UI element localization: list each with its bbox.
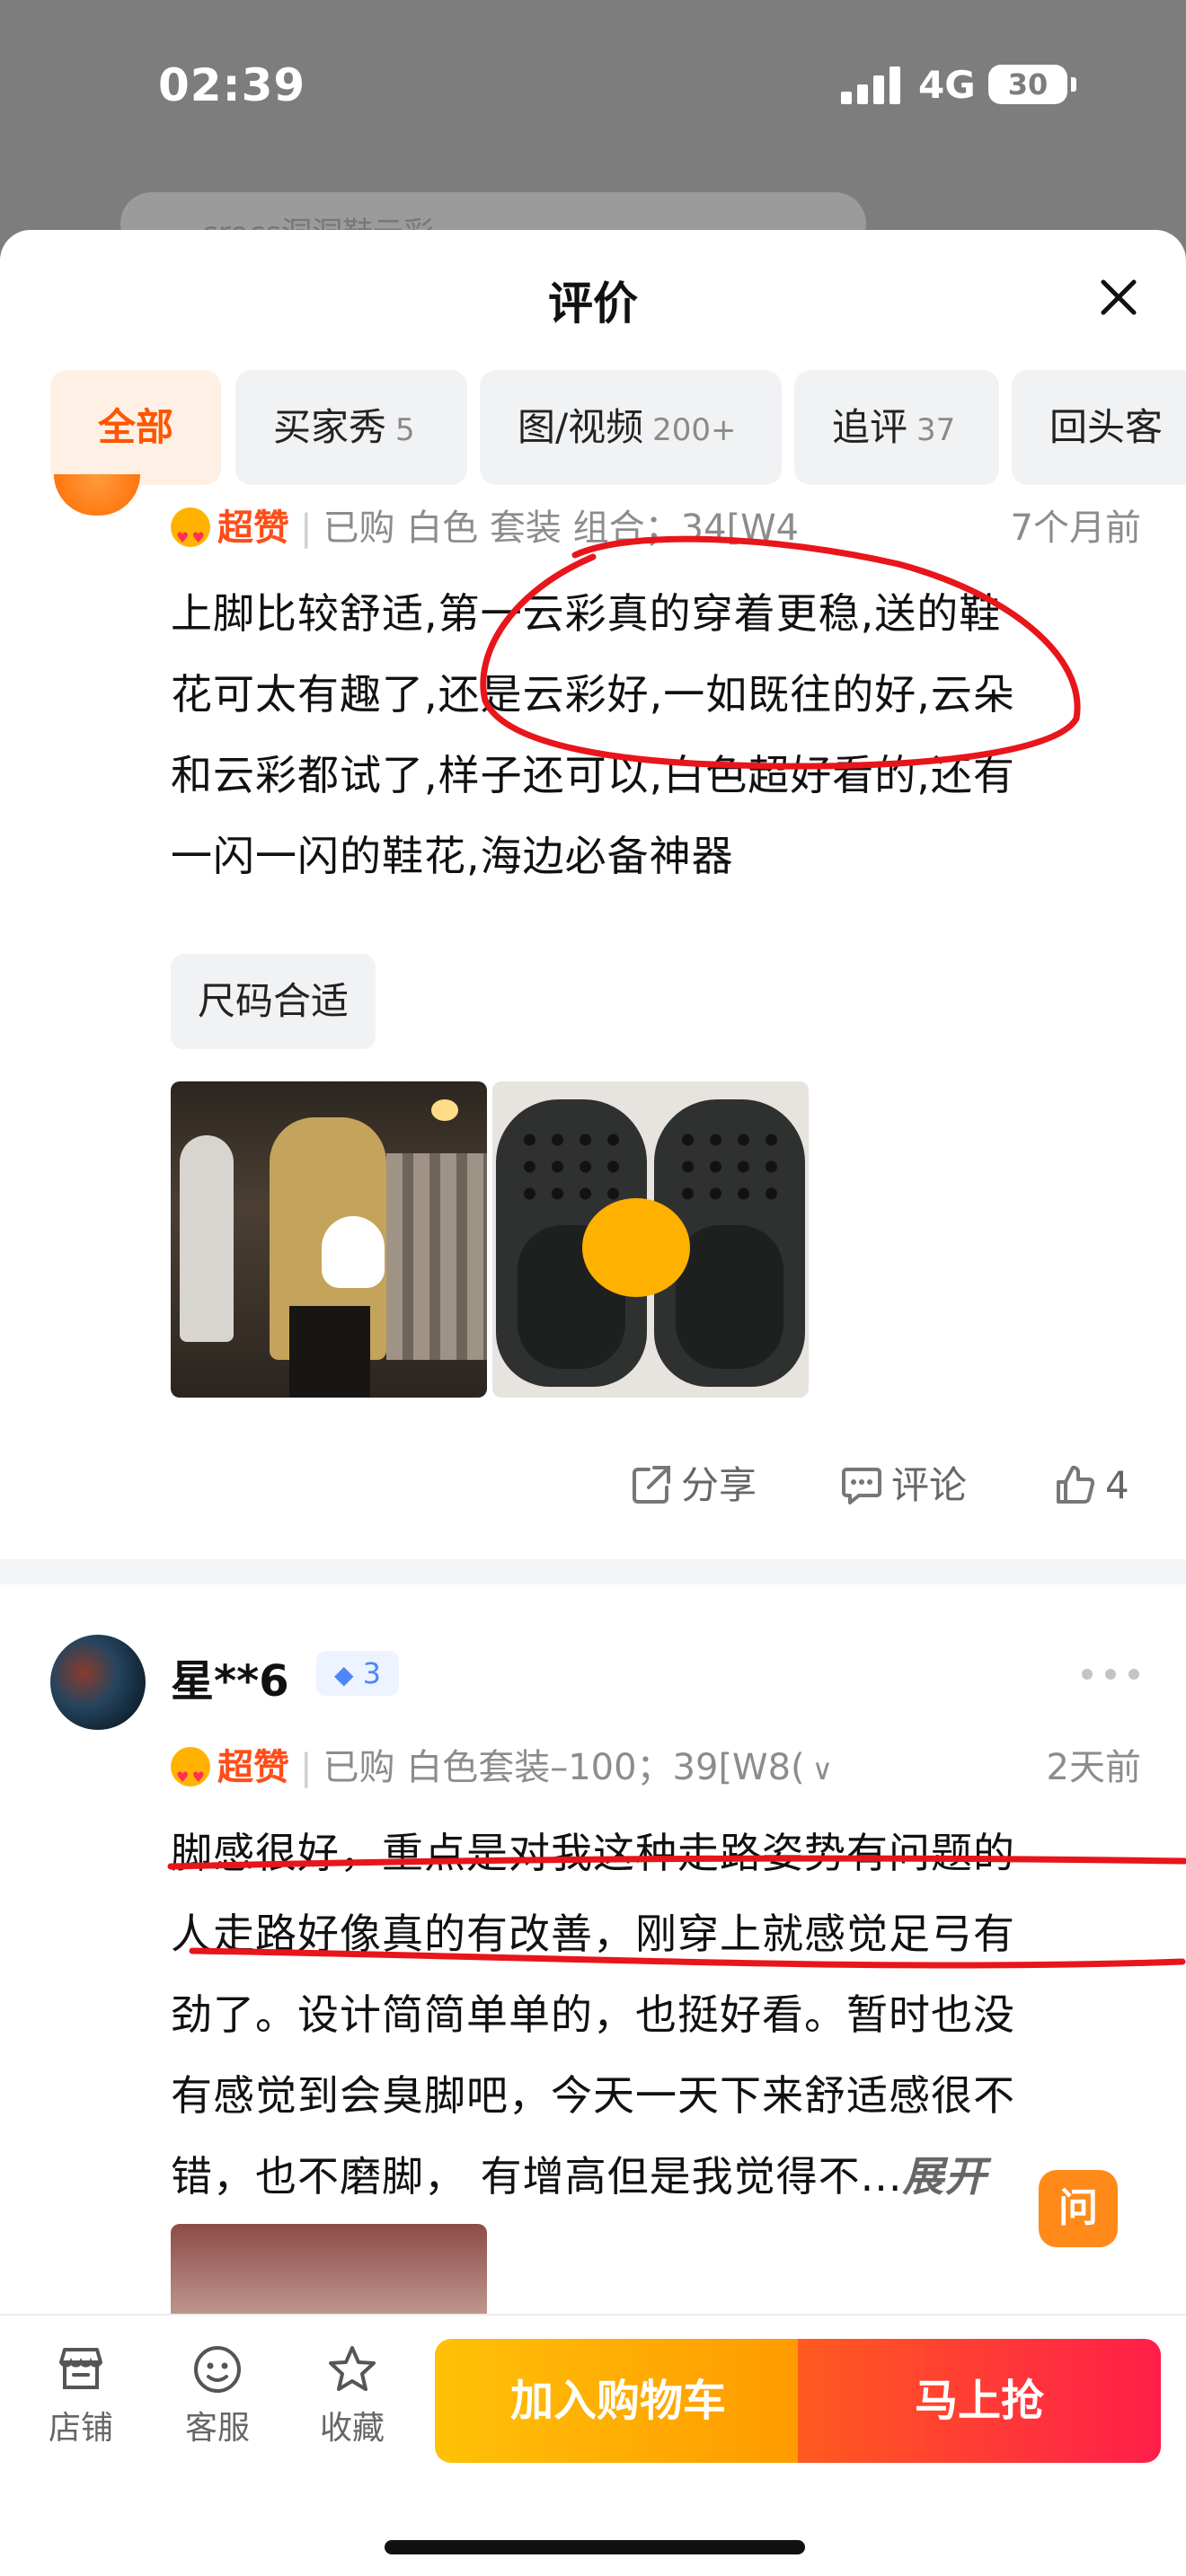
- vip-level: 3: [362, 1656, 382, 1690]
- like-count: 4: [1105, 1463, 1129, 1507]
- review-time: 7个月前: [1010, 507, 1141, 549]
- battery-icon: 30: [988, 65, 1067, 104]
- separator: |: [300, 507, 313, 549]
- review-text-line: 上脚比较舒适,第一云彩真的穿着更稳,送的鞋: [171, 589, 1002, 638]
- favorite-button[interactable]: 收藏: [307, 2342, 397, 2448]
- review-text-line: 一闪一闪的鞋花,海边必备神器: [171, 832, 734, 880]
- thumbs-up-icon: [1057, 1465, 1095, 1504]
- add-to-cart-button[interactable]: 加入购物车: [435, 2339, 801, 2463]
- bottom-action-bar: 店铺 客服 收藏 加入购物车 马上抢: [0, 2314, 1186, 2576]
- customer-service-button[interactable]: 客服: [173, 2342, 262, 2448]
- home-indicator: [385, 2540, 805, 2554]
- review-time: 2天前: [1046, 1747, 1141, 1788]
- review-text-line: 有感觉到会臭脚吧，今天一天下来舒适感很不: [171, 2071, 1015, 2120]
- comment-button[interactable]: 评论: [839, 1450, 967, 1522]
- review-filter-tabs: 全部 买家秀 5 图/视频 200+ 追评 37 回头客: [50, 370, 1186, 485]
- network-type: 4G: [918, 63, 976, 107]
- chevron-down-icon[interactable]: ∨: [812, 1742, 833, 1796]
- review-text-line: 劲了。设计简简单单的，也挺好看。暂时也没: [171, 1990, 1015, 2039]
- love-face-icon: [171, 1747, 210, 1804]
- expand-link[interactable]: 展开: [903, 2152, 987, 2201]
- tab-label: 追评: [832, 405, 908, 449]
- reviewer-name[interactable]: 星**6: [171, 1645, 289, 1708]
- separator: |: [300, 1747, 313, 1788]
- share-icon: [633, 1466, 670, 1504]
- review-text-line: 人走路好像真的有改善，刚穿上就感觉足弓有: [171, 1910, 1015, 1958]
- rating-badge: 超赞: [217, 1747, 289, 1788]
- ask-button[interactable]: 问: [1039, 2170, 1118, 2247]
- favorite-label: 收藏: [319, 2410, 385, 2447]
- review-text: 脚感很好，重点是对我这种走路姿势有问题的 人走路好像真的有改善，刚穿上就感觉足弓…: [171, 1813, 1141, 2217]
- comment-label: 评论: [891, 1463, 968, 1507]
- service-face-icon: [194, 2346, 241, 2393]
- comment-icon: [842, 1468, 881, 1504]
- sheet-title: 评价: [548, 278, 638, 330]
- close-button[interactable]: [1091, 269, 1146, 325]
- love-face-icon: [171, 507, 210, 565]
- review-text-line: 花可太有趣了,还是云彩好,一如既往的好,云朵: [171, 670, 1015, 719]
- battery-tip: [1071, 77, 1076, 92]
- tab-follow-up[interactable]: 追评 37: [794, 370, 999, 485]
- tab-count: 200+: [652, 412, 737, 448]
- size-fit-tag: 尺码合适: [171, 954, 376, 1049]
- tab-repeat-customer[interactable]: 回头客: [1012, 370, 1186, 485]
- ghost-sticker: [322, 1216, 385, 1288]
- tab-label: 回头客: [1049, 405, 1164, 449]
- close-icon: [1101, 279, 1137, 315]
- review-photo[interactable]: [492, 1081, 809, 1398]
- review-text-line: 错，也不磨脚， 有增高但是我觉得不...: [171, 2152, 903, 2201]
- more-options-button[interactable]: [1082, 1665, 1141, 1683]
- review-divider: [0, 1559, 1186, 1584]
- rating-badge: 超赞: [217, 507, 289, 549]
- purchased-variant[interactable]: 已购 白色 套装 组合；34[W4: [323, 507, 799, 549]
- tab-photo-video[interactable]: 图/视频 200+: [480, 370, 782, 485]
- like-button[interactable]: 4: [1053, 1450, 1129, 1522]
- reviewer-avatar[interactable]: [54, 474, 140, 516]
- store-button[interactable]: 店铺: [36, 2342, 126, 2448]
- tab-buyer-show[interactable]: 买家秀 5: [235, 370, 467, 485]
- diamond-icon: ◆: [333, 1660, 354, 1689]
- status-time: 02:39: [158, 59, 306, 111]
- tab-all[interactable]: 全部: [50, 370, 221, 485]
- reviewer-avatar[interactable]: [50, 1635, 146, 1730]
- purchased-variant[interactable]: 已购 白色套装–100；39[W8(: [323, 1747, 804, 1788]
- store-label: 店铺: [48, 2410, 113, 2447]
- review-photo[interactable]: [171, 1081, 487, 1398]
- tab-label: 买家秀: [273, 405, 387, 449]
- store-icon: [59, 2348, 102, 2389]
- tab-label: 图/视频: [518, 405, 644, 449]
- review-text: 上脚比较舒适,第一云彩真的穿着更稳,送的鞋 花可太有趣了,还是云彩好,一如既往的…: [171, 573, 1141, 896]
- review-actions: 分享 评论 4: [0, 1450, 1186, 1522]
- buy-now-button[interactable]: 马上抢: [798, 2339, 1161, 2463]
- tab-count: 37: [916, 412, 956, 448]
- review-sheet: 评价 全部 买家秀5 图/视频200+ 追评37 回头客 超赞|已购 白色 套装…: [0, 230, 1186, 2576]
- service-label: 客服: [184, 2410, 250, 2447]
- status-bar: 02:39 4G 30: [0, 0, 1186, 180]
- review-meta: 超赞 |已购 白色套装–100；39[W8(∨ 2天前: [171, 1741, 1141, 1804]
- tab-label: 全部: [97, 405, 173, 449]
- signal-icon: [841, 66, 900, 104]
- battery-level: 30: [1007, 67, 1049, 101]
- review-text-line: 和云彩都试了,样子还可以,白色超好看的,还有: [171, 751, 1015, 799]
- review-text-line: 脚感很好，重点是对我这种走路姿势有问题的: [171, 1829, 1015, 1877]
- orange-sticker: [582, 1198, 690, 1297]
- share-label: 分享: [681, 1463, 757, 1507]
- vip-level-badge: ◆ 3: [316, 1651, 399, 1696]
- tab-count: 5: [395, 412, 415, 448]
- star-icon: [329, 2346, 376, 2391]
- review-meta: 超赞 |已购 白色 套装 组合；34[W4 7个月前: [171, 501, 1141, 565]
- share-button[interactable]: 分享: [629, 1450, 757, 1522]
